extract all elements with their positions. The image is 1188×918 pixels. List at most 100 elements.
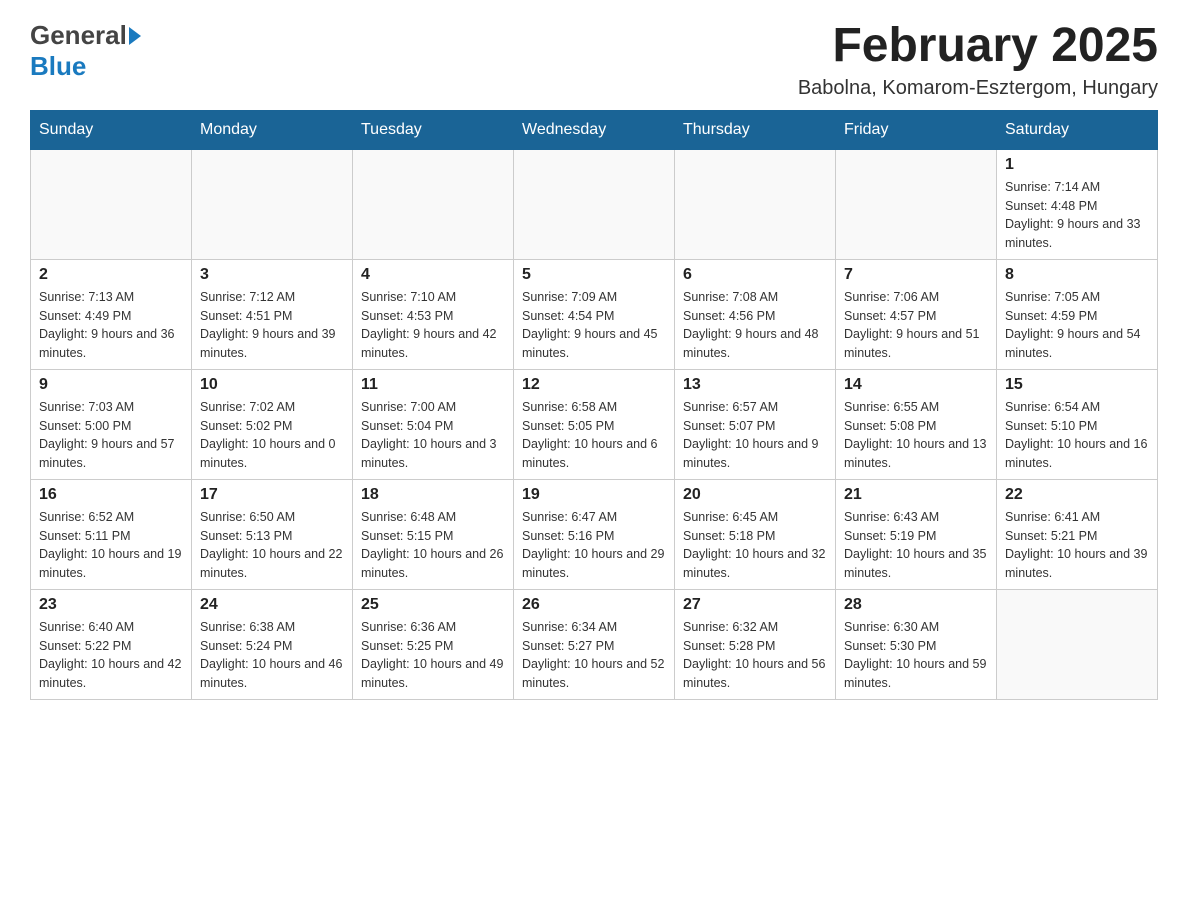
week-row-3: 9 Sunrise: 7:03 AM Sunset: 5:00 PM Daylig… bbox=[31, 369, 1158, 479]
calendar-cell: 23 Sunrise: 6:40 AM Sunset: 5:22 PM Dayli… bbox=[31, 589, 192, 699]
day-info: Sunrise: 6:45 AM Sunset: 5:18 PM Dayligh… bbox=[683, 508, 827, 583]
day-number: 10 bbox=[200, 376, 344, 394]
calendar-cell bbox=[675, 149, 836, 259]
day-of-week-wednesday: Wednesday bbox=[514, 110, 675, 149]
day-number: 17 bbox=[200, 486, 344, 504]
day-info: Sunrise: 7:13 AM Sunset: 4:49 PM Dayligh… bbox=[39, 288, 183, 363]
calendar-cell: 1 Sunrise: 7:14 AM Sunset: 4:48 PM Daylig… bbox=[997, 149, 1158, 259]
calendar-cell: 8 Sunrise: 7:05 AM Sunset: 4:59 PM Daylig… bbox=[997, 259, 1158, 369]
day-number: 16 bbox=[39, 486, 183, 504]
calendar-cell: 18Sunrise: 6:48 AM Sunset: 5:15 PM Dayli… bbox=[353, 479, 514, 589]
calendar-cell: 3 Sunrise: 7:12 AM Sunset: 4:51 PM Daylig… bbox=[192, 259, 353, 369]
day-info: Sunrise: 7:14 AM Sunset: 4:48 PM Dayligh… bbox=[1005, 178, 1149, 253]
day-number: 5 bbox=[522, 266, 666, 284]
day-info: Sunrise: 6:47 AM Sunset: 5:16 PM Dayligh… bbox=[522, 508, 666, 583]
page-header: General Blue February 2025 Babolna, Koma… bbox=[30, 20, 1158, 100]
day-number: 3 bbox=[200, 266, 344, 284]
calendar-cell: 2 Sunrise: 7:13 AM Sunset: 4:49 PM Daylig… bbox=[31, 259, 192, 369]
day-info: Sunrise: 6:54 AM Sunset: 5:10 PM Dayligh… bbox=[1005, 398, 1149, 473]
day-number: 1 bbox=[1005, 156, 1149, 174]
calendar-cell: 12 Sunrise: 6:58 AM Sunset: 5:05 PM Dayli… bbox=[514, 369, 675, 479]
day-number: 7 bbox=[844, 266, 988, 284]
day-info: Sunrise: 7:10 AM Sunset: 4:53 PM Dayligh… bbox=[361, 288, 505, 363]
calendar-header: SundayMondayTuesdayWednesdayThursdayFrid… bbox=[31, 110, 1158, 149]
day-number: 20 bbox=[683, 486, 827, 504]
day-info: Sunrise: 7:08 AM Sunset: 4:56 PM Dayligh… bbox=[683, 288, 827, 363]
day-number: 24 bbox=[200, 596, 344, 614]
day-info: Sunrise: 6:43 AM Sunset: 5:19 PM Dayligh… bbox=[844, 508, 988, 583]
day-number: 4 bbox=[361, 266, 505, 284]
calendar-cell bbox=[31, 149, 192, 259]
calendar-cell: 26 Sunrise: 6:34 AM Sunset: 5:27 PM Dayli… bbox=[514, 589, 675, 699]
day-number: 12 bbox=[522, 376, 666, 394]
day-number: 6 bbox=[683, 266, 827, 284]
calendar-cell: 16 Sunrise: 6:52 AM Sunset: 5:11 PM Dayli… bbox=[31, 479, 192, 589]
day-info: Sunrise: 6:50 AM Sunset: 5:13 PM Dayligh… bbox=[200, 508, 344, 583]
calendar-body: 1 Sunrise: 7:14 AM Sunset: 4:48 PM Daylig… bbox=[31, 149, 1158, 699]
calendar-cell: 15 Sunrise: 6:54 AM Sunset: 5:10 PM Dayli… bbox=[997, 369, 1158, 479]
day-info: Sunrise: 7:00 AM Sunset: 5:04 PM Dayligh… bbox=[361, 398, 505, 473]
day-of-week-tuesday: Tuesday bbox=[353, 110, 514, 149]
calendar-cell: 19 Sunrise: 6:47 AM Sunset: 5:16 PM Dayli… bbox=[514, 479, 675, 589]
day-number: 26 bbox=[522, 596, 666, 614]
week-row-2: 2 Sunrise: 7:13 AM Sunset: 4:49 PM Daylig… bbox=[31, 259, 1158, 369]
day-info: Sunrise: 7:09 AM Sunset: 4:54 PM Dayligh… bbox=[522, 288, 666, 363]
day-number: 9 bbox=[39, 376, 183, 394]
day-info: Sunrise: 7:05 AM Sunset: 4:59 PM Dayligh… bbox=[1005, 288, 1149, 363]
day-info: Sunrise: 6:41 AM Sunset: 5:21 PM Dayligh… bbox=[1005, 508, 1149, 583]
location-title: Babolna, Komarom-Esztergom, Hungary bbox=[798, 77, 1158, 100]
day-of-week-sunday: Sunday bbox=[31, 110, 192, 149]
calendar-cell bbox=[514, 149, 675, 259]
day-info: Sunrise: 6:38 AM Sunset: 5:24 PM Dayligh… bbox=[200, 618, 344, 693]
calendar-cell: 4 Sunrise: 7:10 AM Sunset: 4:53 PM Daylig… bbox=[353, 259, 514, 369]
day-number: 21 bbox=[844, 486, 988, 504]
calendar-cell: 6 Sunrise: 7:08 AM Sunset: 4:56 PM Daylig… bbox=[675, 259, 836, 369]
day-number: 8 bbox=[1005, 266, 1149, 284]
day-number: 11 bbox=[361, 376, 505, 394]
day-number: 23 bbox=[39, 596, 183, 614]
calendar-cell bbox=[997, 589, 1158, 699]
calendar-cell: 22Sunrise: 6:41 AM Sunset: 5:21 PM Dayli… bbox=[997, 479, 1158, 589]
day-number: 27 bbox=[683, 596, 827, 614]
day-info: Sunrise: 7:02 AM Sunset: 5:02 PM Dayligh… bbox=[200, 398, 344, 473]
week-row-1: 1 Sunrise: 7:14 AM Sunset: 4:48 PM Daylig… bbox=[31, 149, 1158, 259]
day-info: Sunrise: 6:58 AM Sunset: 5:05 PM Dayligh… bbox=[522, 398, 666, 473]
day-number: 14 bbox=[844, 376, 988, 394]
day-info: Sunrise: 7:03 AM Sunset: 5:00 PM Dayligh… bbox=[39, 398, 183, 473]
calendar-cell: 17 Sunrise: 6:50 AM Sunset: 5:13 PM Dayli… bbox=[192, 479, 353, 589]
day-info: Sunrise: 6:36 AM Sunset: 5:25 PM Dayligh… bbox=[361, 618, 505, 693]
day-number: 25 bbox=[361, 596, 505, 614]
logo-general-text: General bbox=[30, 20, 127, 51]
day-info: Sunrise: 6:52 AM Sunset: 5:11 PM Dayligh… bbox=[39, 508, 183, 583]
day-info: Sunrise: 6:40 AM Sunset: 5:22 PM Dayligh… bbox=[39, 618, 183, 693]
day-number: 19 bbox=[522, 486, 666, 504]
day-info: Sunrise: 7:06 AM Sunset: 4:57 PM Dayligh… bbox=[844, 288, 988, 363]
calendar-cell: 11 Sunrise: 7:00 AM Sunset: 5:04 PM Dayli… bbox=[353, 369, 514, 479]
calendar-cell: 20 Sunrise: 6:45 AM Sunset: 5:18 PM Dayli… bbox=[675, 479, 836, 589]
day-of-week-thursday: Thursday bbox=[675, 110, 836, 149]
day-info: Sunrise: 6:32 AM Sunset: 5:28 PM Dayligh… bbox=[683, 618, 827, 693]
calendar-table: SundayMondayTuesdayWednesdayThursdayFrid… bbox=[30, 110, 1158, 700]
calendar-cell: 10 Sunrise: 7:02 AM Sunset: 5:02 PM Dayli… bbox=[192, 369, 353, 479]
day-of-week-monday: Monday bbox=[192, 110, 353, 149]
day-number: 13 bbox=[683, 376, 827, 394]
day-info: Sunrise: 7:12 AM Sunset: 4:51 PM Dayligh… bbox=[200, 288, 344, 363]
calendar-cell bbox=[192, 149, 353, 259]
days-of-week-row: SundayMondayTuesdayWednesdayThursdayFrid… bbox=[31, 110, 1158, 149]
day-number: 18 bbox=[361, 486, 505, 504]
calendar-cell: 5 Sunrise: 7:09 AM Sunset: 4:54 PM Daylig… bbox=[514, 259, 675, 369]
calendar-cell bbox=[836, 149, 997, 259]
day-info: Sunrise: 6:30 AM Sunset: 5:30 PM Dayligh… bbox=[844, 618, 988, 693]
month-title: February 2025 bbox=[798, 20, 1158, 73]
day-info: Sunrise: 6:34 AM Sunset: 5:27 PM Dayligh… bbox=[522, 618, 666, 693]
calendar-cell: 27 Sunrise: 6:32 AM Sunset: 5:28 PM Dayli… bbox=[675, 589, 836, 699]
calendar-cell: 24 Sunrise: 6:38 AM Sunset: 5:24 PM Dayli… bbox=[192, 589, 353, 699]
calendar-cell: 21 Sunrise: 6:43 AM Sunset: 5:19 PM Dayli… bbox=[836, 479, 997, 589]
logo-blue-text: Blue bbox=[30, 51, 86, 81]
week-row-5: 23 Sunrise: 6:40 AM Sunset: 5:22 PM Dayli… bbox=[31, 589, 1158, 699]
title-area: February 2025 Babolna, Komarom-Esztergom… bbox=[798, 20, 1158, 100]
day-number: 15 bbox=[1005, 376, 1149, 394]
day-info: Sunrise: 6:55 AM Sunset: 5:08 PM Dayligh… bbox=[844, 398, 988, 473]
calendar-cell bbox=[353, 149, 514, 259]
day-number: 2 bbox=[39, 266, 183, 284]
